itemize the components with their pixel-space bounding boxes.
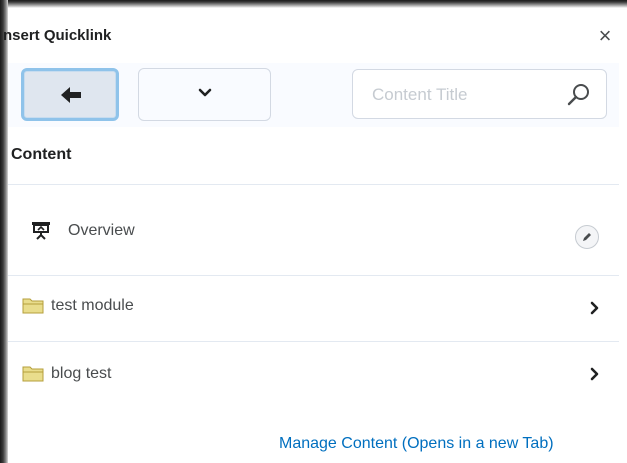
overview-easel-icon (32, 222, 50, 240)
section-title: Content (11, 146, 72, 163)
pencil-icon (583, 233, 591, 241)
chevron-down-icon (198, 88, 212, 97)
search-input[interactable]: Content Title (352, 69, 607, 119)
divider (8, 184, 619, 185)
window-left-edge (0, 0, 8, 463)
manage-content-link[interactable]: Manage Content (Opens in a new Tab) (279, 435, 554, 453)
divider (8, 275, 619, 276)
divider (8, 341, 619, 342)
chevron-right-icon[interactable] (590, 367, 600, 381)
list-item-label: blog test (51, 365, 112, 382)
chevron-right-icon[interactable] (590, 301, 600, 315)
edit-button[interactable] (575, 225, 599, 249)
window-top-edge (0, 0, 627, 8)
search-placeholder: Content Title (372, 85, 468, 104)
content-type-dropdown[interactable] (138, 68, 271, 121)
close-icon[interactable]: × (595, 25, 615, 47)
search-icon[interactable] (566, 82, 592, 108)
dialog-title: nsert Quicklink (3, 27, 112, 44)
back-button[interactable] (21, 68, 119, 121)
arrow-left-icon (61, 87, 81, 103)
folder-icon (22, 298, 44, 314)
list-item-label: test module (51, 297, 134, 314)
folder-icon (22, 366, 44, 382)
list-item-label: Overview (68, 222, 135, 239)
